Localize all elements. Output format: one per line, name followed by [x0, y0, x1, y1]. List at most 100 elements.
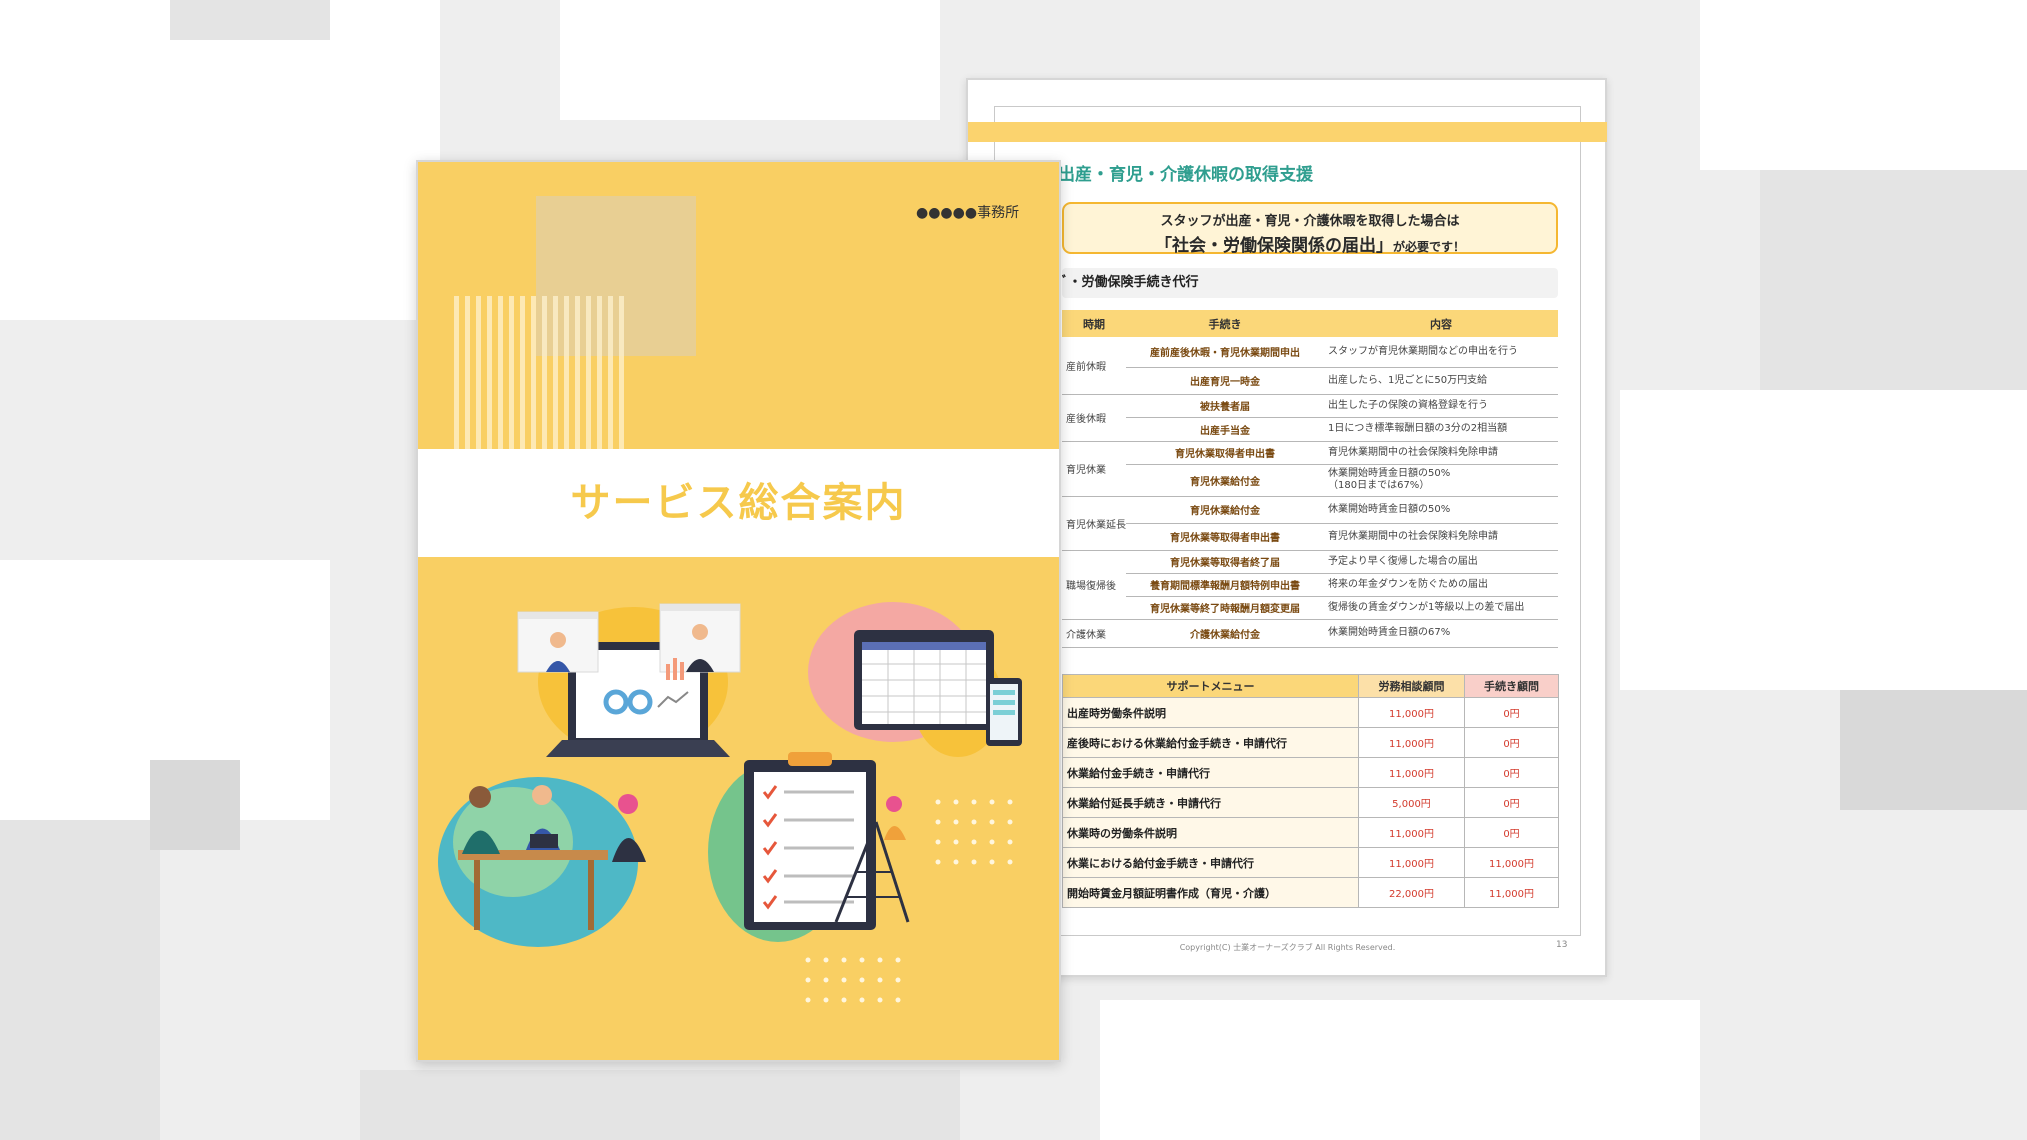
- procedure-cell: 育児休業取得者申出書: [1126, 441, 1324, 465]
- procedure-table: 時期 手続き 内容 産前休暇 産前産後休暇・育児休業期間申出 スタッフが育児休業…: [1062, 310, 1558, 648]
- table-row: 産前休暇 産前産後休暇・育児休業期間申出 スタッフが育児休業期間などの申出を行う: [1062, 337, 1558, 395]
- period-cell: 産後休暇: [1062, 394, 1126, 442]
- menu-item: 出産時労働条件説明: [1062, 697, 1359, 728]
- header-procedure: 手続き: [1126, 310, 1324, 337]
- labor-price: 11,000円: [1358, 697, 1465, 728]
- callout-line-2: 「社会・労働保険関係の届出」が必要です！: [1064, 231, 1556, 256]
- labor-price: 22,000円: [1358, 877, 1465, 908]
- table-row: 産後休暇 被扶養者届 出生した子の保険の資格登録を行う: [1062, 394, 1558, 442]
- table-row: 産後時における休業給付金手続き・申請代行 11,000円 0円: [1062, 727, 1559, 758]
- header-band: [968, 122, 1607, 142]
- procedure-price: 0円: [1464, 787, 1559, 818]
- menu-item: 休業における給付金手続き・申請代行: [1062, 847, 1359, 878]
- decorative-stripe: [531, 296, 536, 452]
- period-cell: 介護休業: [1062, 619, 1126, 648]
- decorative-stripe: [608, 296, 613, 452]
- checklist-icon: [744, 752, 876, 930]
- content-cell: 将来の年金ダウンを防ぐための届出: [1324, 573, 1558, 597]
- bg-tile: [170, 0, 330, 40]
- header-content: 内容: [1324, 310, 1558, 337]
- document-page: 出産・育児・介護休暇の取得支援 スタッフが出産・育児・介護休暇を取得した場合は …: [966, 78, 1607, 977]
- content-cell: 育児休業期間中の社会保険料免除申請: [1324, 523, 1558, 551]
- table-row: 開始時賃金月額証明書作成（育児・介護） 22,000円 11,000円: [1062, 877, 1559, 908]
- procedure-cell: 育児休業給付金: [1126, 496, 1324, 524]
- cover-title: サービス総合案内: [570, 480, 907, 526]
- table-row: 育児休業延長 育児休業給付金 休業開始時賃金日額の50%: [1062, 496, 1558, 551]
- table-row: 育児休業等取得者申出書 育児休業期間中の社会保険料免除申請: [1062, 523, 1558, 551]
- menu-item: 産後時における休業給付金手続き・申請代行: [1062, 727, 1359, 758]
- procedure-cell: 出産育児一時金: [1126, 367, 1324, 395]
- content-cell: 育児休業期間中の社会保険料免除申請: [1324, 441, 1558, 465]
- table-row: 育児休業 育児休業取得者申出書 育児休業期間中の社会保険料免除申請: [1062, 441, 1558, 497]
- calendar-icon: [854, 630, 994, 730]
- labor-price: 11,000円: [1358, 847, 1465, 878]
- table-row: 出産育児一時金 出産したら、1児ごとに50万円支給: [1062, 367, 1558, 395]
- menu-table-header: サポートメニュー 労務相談顧問 手続き顧問: [1062, 674, 1559, 698]
- table-row: 休業時の労働条件説明 11,000円 0円: [1062, 817, 1559, 848]
- office-name: ●●●●●事務所: [916, 205, 1020, 221]
- header-support-menu: サポートメニュー: [1062, 674, 1359, 698]
- menu-item: 休業給付延長手続き・申請代行: [1062, 787, 1359, 818]
- labor-price: 11,000円: [1358, 757, 1465, 788]
- period-cell: 育児休業延長: [1062, 496, 1126, 551]
- page-heading: 出産・育児・介護休暇の取得支援: [1058, 165, 1313, 185]
- procedure-cell: 産前産後休暇・育児休業期間申出: [1126, 337, 1324, 368]
- table-row: 育児休業等終了時報酬月額変更届 復帰後の賃金ダウンが1等級以上の差で届出: [1062, 596, 1558, 620]
- decorative-stripe: [586, 296, 591, 452]
- decorative-stripe: [520, 296, 525, 452]
- support-menu-table: サポートメニュー 労務相談顧問 手続き顧問 出産時労働条件説明 11,000円 …: [1062, 674, 1559, 908]
- table-row: 職場復帰後 育児休業等取得者終了届 予定より早く復帰した場合の届出: [1062, 550, 1558, 620]
- bg-tile: [1700, 0, 2027, 170]
- callout-emphasis: 「社会・労働保険関係の届出」: [1154, 236, 1393, 256]
- table-row: 休業給付延長手続き・申請代行 5,000円 0円: [1062, 787, 1559, 818]
- content-cell: 復帰後の賃金ダウンが1等級以上の差で届出: [1324, 596, 1558, 620]
- content-cell: 休業開始時賃金日額の50% （180日までは67%）: [1324, 464, 1558, 497]
- callout-line-1: スタッフが出産・育児・介護休暇を取得した場合は: [1160, 214, 1460, 229]
- procedure-cell: 介護休業給付金: [1126, 619, 1324, 648]
- procedure-table-header: 時期 手続き 内容: [1062, 310, 1558, 337]
- procedure-cell: 育児休業等取得者申出書: [1126, 523, 1324, 551]
- procedure-price: 0円: [1464, 817, 1559, 848]
- menu-item: 休業給付金手続き・申請代行: [1062, 757, 1359, 788]
- period-cell: 産前休暇: [1062, 337, 1126, 395]
- procedure-cell: 育児休業等終了時報酬月額変更届: [1126, 596, 1324, 620]
- procedure-price: 0円: [1464, 727, 1559, 758]
- header-period: 時期: [1062, 310, 1126, 337]
- period-cell: 育児休業: [1062, 441, 1126, 497]
- menu-item: 休業時の労働条件説明: [1062, 817, 1359, 848]
- bg-tile: [560, 0, 940, 120]
- bg-tile: [360, 1070, 960, 1140]
- procedure-price: 0円: [1464, 697, 1559, 728]
- bg-tile: [1840, 690, 2027, 810]
- cover-page: ●●●●●事務所 サービス総合案内: [416, 160, 1061, 1062]
- procedure-price: 11,000円: [1464, 847, 1559, 878]
- decorative-stripe: [487, 296, 492, 452]
- bg-tile: [0, 820, 160, 1140]
- business-illustration: [438, 602, 1022, 1003]
- table-row: 養育期間標準報酬月額特例申出書 将来の年金ダウンを防ぐための届出: [1062, 573, 1558, 597]
- callout-tail: が必要です！: [1392, 240, 1465, 254]
- smartphone-icon: [986, 678, 1022, 746]
- bg-tile: [1620, 390, 2027, 690]
- decorative-square: [536, 196, 696, 356]
- header-labor-advisor: 労務相談顧問: [1358, 674, 1465, 698]
- bg-tile: [0, 0, 440, 320]
- procedure-cell: 被扶養者届: [1126, 394, 1324, 418]
- labor-price: 11,000円: [1358, 817, 1465, 848]
- table-row: 出産手当金 1日につき標準報酬日額の3分の2相当額: [1062, 417, 1558, 442]
- section-title: ﾞ・労働保険手続き代行: [1062, 268, 1558, 298]
- procedure-price: 0円: [1464, 757, 1559, 788]
- decorative-stripe: [542, 296, 547, 452]
- content-cell: 予定より早く復帰した場合の届出: [1324, 550, 1558, 574]
- decorative-stripe: [454, 296, 459, 452]
- video-call-window: [659, 603, 741, 673]
- procedure-cell: 出産手当金: [1126, 417, 1324, 442]
- page-number: 13: [1556, 940, 1568, 950]
- callout-box: スタッフが出産・育児・介護休暇を取得した場合は 「社会・労働保険関係の届出」が必…: [1062, 202, 1558, 256]
- procedure-cell: 育児休業等取得者終了届: [1126, 550, 1324, 574]
- copyright-text: Copyright(C) 士業オーナーズクラブ All Rights Reser…: [1179, 943, 1396, 952]
- procedure-cell: 育児休業給付金: [1126, 464, 1324, 497]
- content-cell: 休業開始時賃金日額の50%: [1324, 496, 1558, 524]
- content-cell: 出生した子の保険の資格登録を行う: [1324, 394, 1558, 418]
- content-cell: スタッフが育児休業期間などの申出を行う: [1324, 337, 1558, 368]
